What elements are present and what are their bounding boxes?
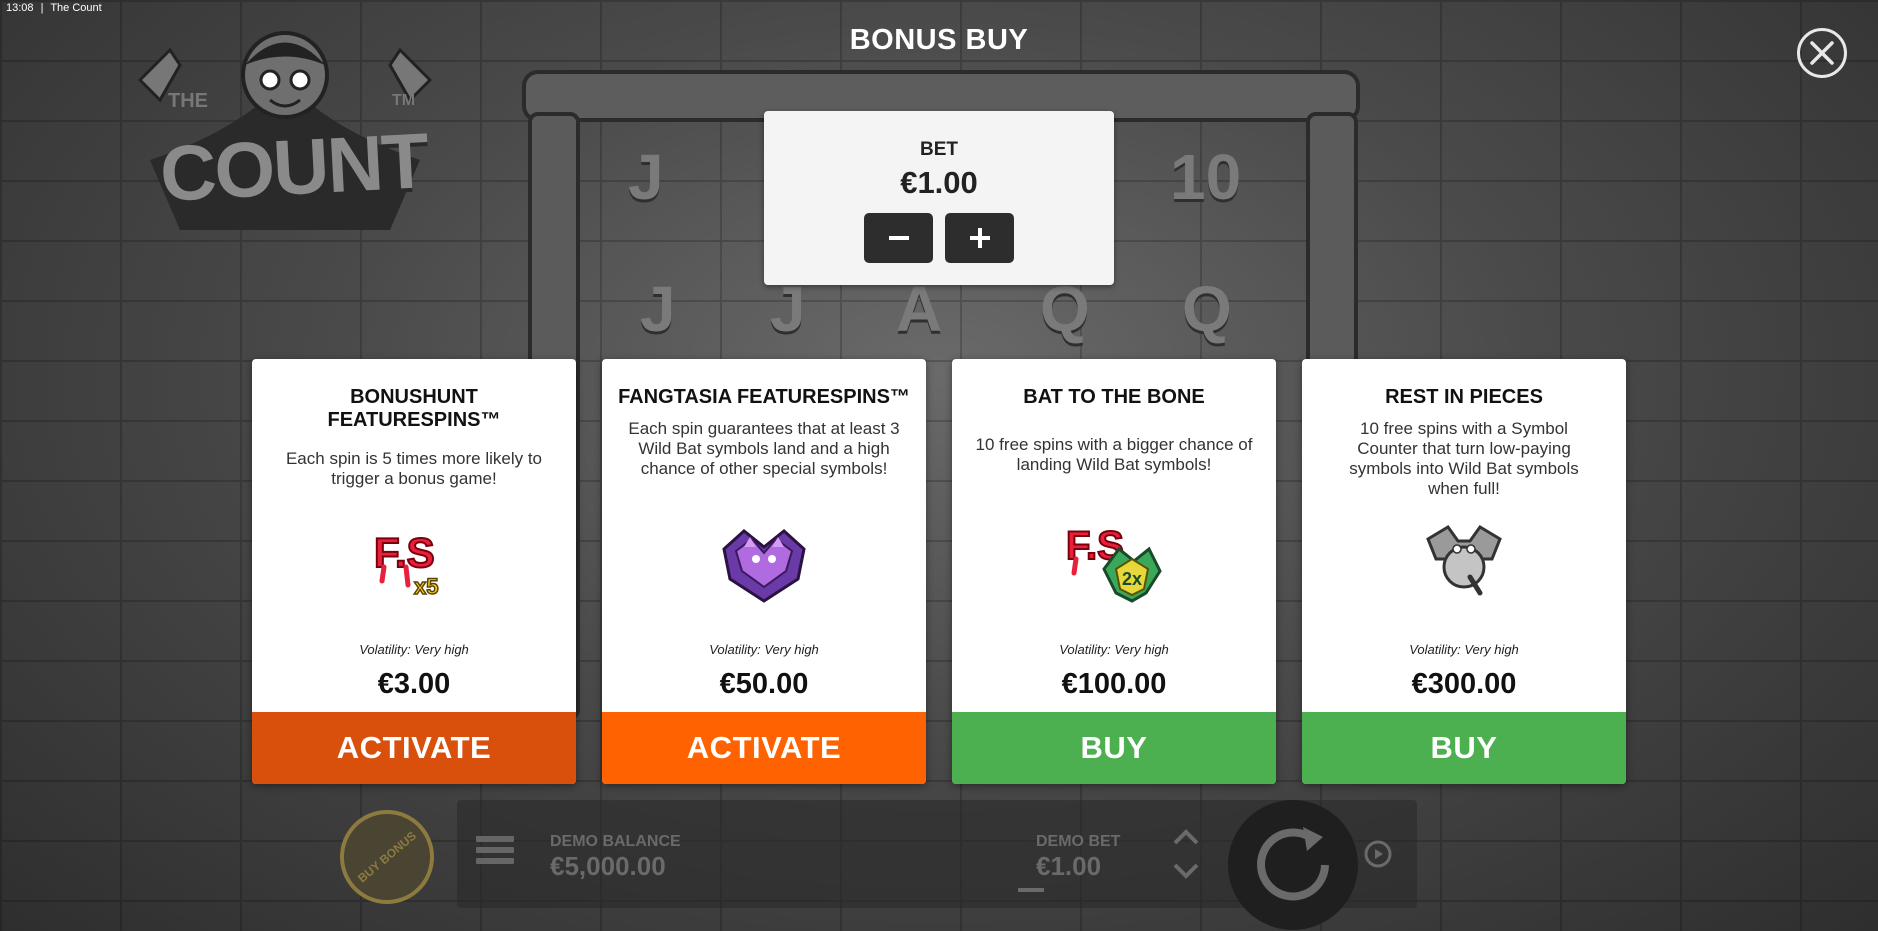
- autoplay-icon: [1364, 840, 1392, 868]
- spin-button[interactable]: [1228, 800, 1358, 930]
- card-title: FANGTASIA FEATURESPINS™: [618, 386, 910, 408]
- hamburger-icon-line: [476, 836, 514, 842]
- buy-bat-to-the-bone-button[interactable]: BUY: [952, 712, 1276, 784]
- chevron-down-icon: [1173, 863, 1199, 879]
- status-bar: 13:08 | The Count: [6, 2, 102, 14]
- bonus-card-fangtasia: FANGTASIA FEATURESPINS™ Each spin guaran…: [602, 359, 926, 784]
- purple-bats-icon: [714, 509, 814, 609]
- card-volatility: Volatility: Very high: [709, 642, 819, 657]
- bet-value: €1.00: [900, 165, 978, 200]
- reel-symbol: 10: [1170, 141, 1242, 213]
- reel-symbol: J: [628, 141, 664, 213]
- activate-fangtasia-button[interactable]: ACTIVATE: [602, 712, 926, 784]
- demo-balance-label: DEMO BALANCE: [550, 833, 681, 850]
- bonus-card-bat-to-the-bone: BAT TO THE BONE 10 free spins with a big…: [952, 359, 1276, 784]
- fs-x5-icon: F.S x5: [364, 509, 464, 609]
- card-title: REST IN PIECES: [1385, 386, 1543, 408]
- close-icon: [1810, 41, 1834, 65]
- hamburger-icon-line: [476, 858, 514, 864]
- modal-title: BONUS BUY: [849, 24, 1029, 56]
- reel-symbol: J: [640, 273, 676, 345]
- logo-word-count: COUNT: [157, 116, 430, 218]
- card-volatility: Volatility: Very high: [1059, 642, 1169, 657]
- card-price: €50.00: [719, 668, 809, 700]
- card-title: BAT TO THE BONE: [1023, 386, 1205, 408]
- fs-2x-bat-icon: F.S 2x: [1064, 509, 1164, 609]
- bonus-card-bonushunt: BONUSHUNT FEATURESPINS™ Each spin is 5 t…: [252, 359, 576, 784]
- card-description: Each spin guarantees that at least 3 Wil…: [628, 419, 900, 478]
- logo-trademark: TM: [392, 92, 416, 109]
- card-price: €3.00: [377, 668, 451, 700]
- card-price: €100.00: [1061, 668, 1167, 700]
- close-button[interactable]: [1797, 28, 1847, 78]
- reel-symbol: Q: [1182, 273, 1232, 345]
- card-price: €300.00: [1411, 668, 1517, 700]
- card-description: 10 free spins with a Symbol Counter that…: [1349, 419, 1579, 498]
- minus-icon: [888, 236, 909, 240]
- card-description: Each spin is 5 times more likely to trig…: [285, 449, 543, 488]
- status-app-title: The Count: [50, 2, 102, 14]
- status-time: 13:08: [6, 2, 34, 14]
- card-description: 10 free spins with a bigger chance of la…: [975, 435, 1253, 474]
- menu-button[interactable]: [476, 836, 514, 872]
- bet-underline: [1018, 888, 1044, 892]
- plus-icon: [969, 228, 990, 248]
- grey-bat-symbol-icon: [1414, 509, 1514, 609]
- decrease-bet-button[interactable]: [864, 213, 933, 263]
- demo-balance-value: €5,000.00: [550, 851, 666, 881]
- card-title: BONUSHUNT FEATURESPINS™: [327, 386, 501, 431]
- autoplay-button[interactable]: [1362, 838, 1394, 875]
- demo-bet-label: DEMO BET: [1036, 833, 1121, 850]
- buy-rest-in-pieces-button[interactable]: BUY: [1302, 712, 1626, 784]
- fs-badge: x5: [414, 574, 438, 599]
- bet-panel: BET €1.00: [764, 111, 1114, 285]
- bet-label: BET: [920, 139, 958, 160]
- status-separator: |: [40, 2, 44, 14]
- logo-word-the: THE: [168, 90, 208, 112]
- bet-stepper: [764, 213, 1114, 263]
- card-volatility: Volatility: Very high: [1409, 642, 1519, 657]
- activate-bonushunt-button[interactable]: ACTIVATE: [252, 712, 576, 784]
- multiplier-badge: 2x: [1122, 569, 1142, 589]
- spin-arrow-icon: [1257, 827, 1329, 901]
- increase-bet-button[interactable]: [945, 213, 1014, 263]
- bonus-card-rest-in-pieces: REST IN PIECES 10 free spins with a Symb…: [1302, 359, 1626, 784]
- bet-up-button[interactable]: [1172, 828, 1200, 851]
- hamburger-icon-line: [476, 847, 514, 853]
- demo-bet-value: €1.00: [1036, 851, 1102, 881]
- card-volatility: Volatility: Very high: [359, 642, 469, 657]
- chevron-up-icon: [1173, 829, 1199, 845]
- bet-down-button[interactable]: [1172, 862, 1200, 885]
